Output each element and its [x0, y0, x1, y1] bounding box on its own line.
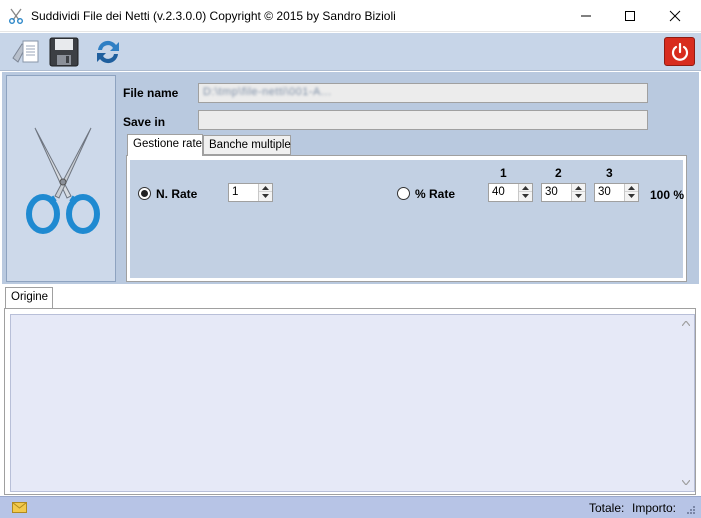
- importo-label: Importo:: [632, 501, 677, 515]
- origin-panel: [4, 308, 696, 495]
- rate-settings: 1 2 3 N. Rate 1 % Rate 40 30 30 100 %: [130, 160, 685, 278]
- stepper-up-icon[interactable]: [572, 184, 585, 192]
- save-icon[interactable]: [48, 36, 80, 68]
- vertical-scrollbar[interactable]: [677, 315, 694, 491]
- close-button[interactable]: [652, 0, 698, 32]
- file-name-label: File name: [123, 86, 179, 100]
- logo-panel: [6, 75, 116, 282]
- file-name-value: D:\tmp\file-netti\001-A...: [203, 86, 332, 98]
- stepper-down-icon[interactable]: [572, 192, 585, 200]
- pct-stepper-2[interactable]: 30: [541, 183, 586, 202]
- column-header-2: 2: [555, 166, 562, 180]
- power-button[interactable]: [664, 37, 695, 66]
- window-title: Suddividi File dei Netti (v.2.3.0.0) Cop…: [31, 9, 396, 23]
- stepper-down-icon[interactable]: [519, 192, 532, 200]
- status-bar: Totale: Importo:: [0, 496, 701, 518]
- close-icon: [669, 10, 681, 22]
- n-rate-label: N. Rate: [156, 187, 198, 201]
- pct-value-1: 40: [492, 186, 505, 198]
- tab-gestione-rate[interactable]: Gestione rate: [127, 134, 203, 156]
- pct-stepper-1[interactable]: 40: [488, 183, 533, 202]
- save-in-field[interactable]: [198, 110, 648, 130]
- settings-pane: File name D:\tmp\file-netti\001-A... Sav…: [2, 72, 699, 284]
- mail-icon: [12, 502, 27, 513]
- total-percent: 100 %: [650, 188, 685, 202]
- n-rate-stepper[interactable]: 1: [228, 183, 273, 202]
- pct-rate-radio[interactable]: [397, 187, 410, 200]
- n-rate-value: 1: [232, 186, 239, 198]
- refresh-icon[interactable]: [92, 36, 124, 68]
- totale-label: Totale:: [589, 501, 625, 515]
- stepper-down-icon[interactable]: [625, 192, 638, 200]
- stepper-up-icon[interactable]: [519, 184, 532, 192]
- title-bar: Suddividi File dei Netti (v.2.3.0.0) Cop…: [0, 0, 701, 32]
- minimize-icon: [581, 15, 591, 17]
- n-rate-radio[interactable]: [138, 187, 151, 200]
- save-in-label: Save in: [123, 115, 166, 129]
- resize-grip-icon[interactable]: [686, 505, 696, 515]
- origin-area: Origine: [0, 284, 701, 496]
- toolbar: [0, 33, 701, 71]
- maximize-button[interactable]: [607, 0, 653, 32]
- pct-value-3: 30: [598, 186, 611, 198]
- scissors-icon: [26, 127, 100, 234]
- stepper-up-icon[interactable]: [625, 184, 638, 192]
- rate-tabs: Gestione rate Banche multiple 1 2 3 N. R…: [123, 134, 687, 282]
- pct-rate-label: % Rate: [415, 187, 456, 201]
- column-header-3: 3: [606, 166, 613, 180]
- scroll-down-icon[interactable]: [677, 474, 694, 491]
- pct-value-2: 30: [545, 186, 558, 198]
- origin-text-area[interactable]: [10, 314, 695, 492]
- stepper-up-icon[interactable]: [259, 184, 272, 192]
- stepper-down-icon[interactable]: [259, 192, 272, 200]
- minimize-button[interactable]: [563, 0, 609, 32]
- tab-panel: 1 2 3 N. Rate 1 % Rate 40 30 30 100 %: [126, 155, 687, 282]
- maximize-icon: [625, 11, 635, 21]
- open-document-icon[interactable]: [10, 36, 42, 68]
- power-icon: [671, 42, 688, 61]
- file-name-field[interactable]: D:\tmp\file-netti\001-A...: [198, 83, 648, 103]
- pct-stepper-3[interactable]: 30: [594, 183, 639, 202]
- tab-banche-multiple[interactable]: Banche multiple: [203, 135, 291, 155]
- column-header-1: 1: [500, 166, 507, 180]
- tab-origine[interactable]: Origine: [5, 287, 53, 308]
- scissors-app-icon: [9, 8, 23, 24]
- scroll-up-icon[interactable]: [677, 315, 694, 332]
